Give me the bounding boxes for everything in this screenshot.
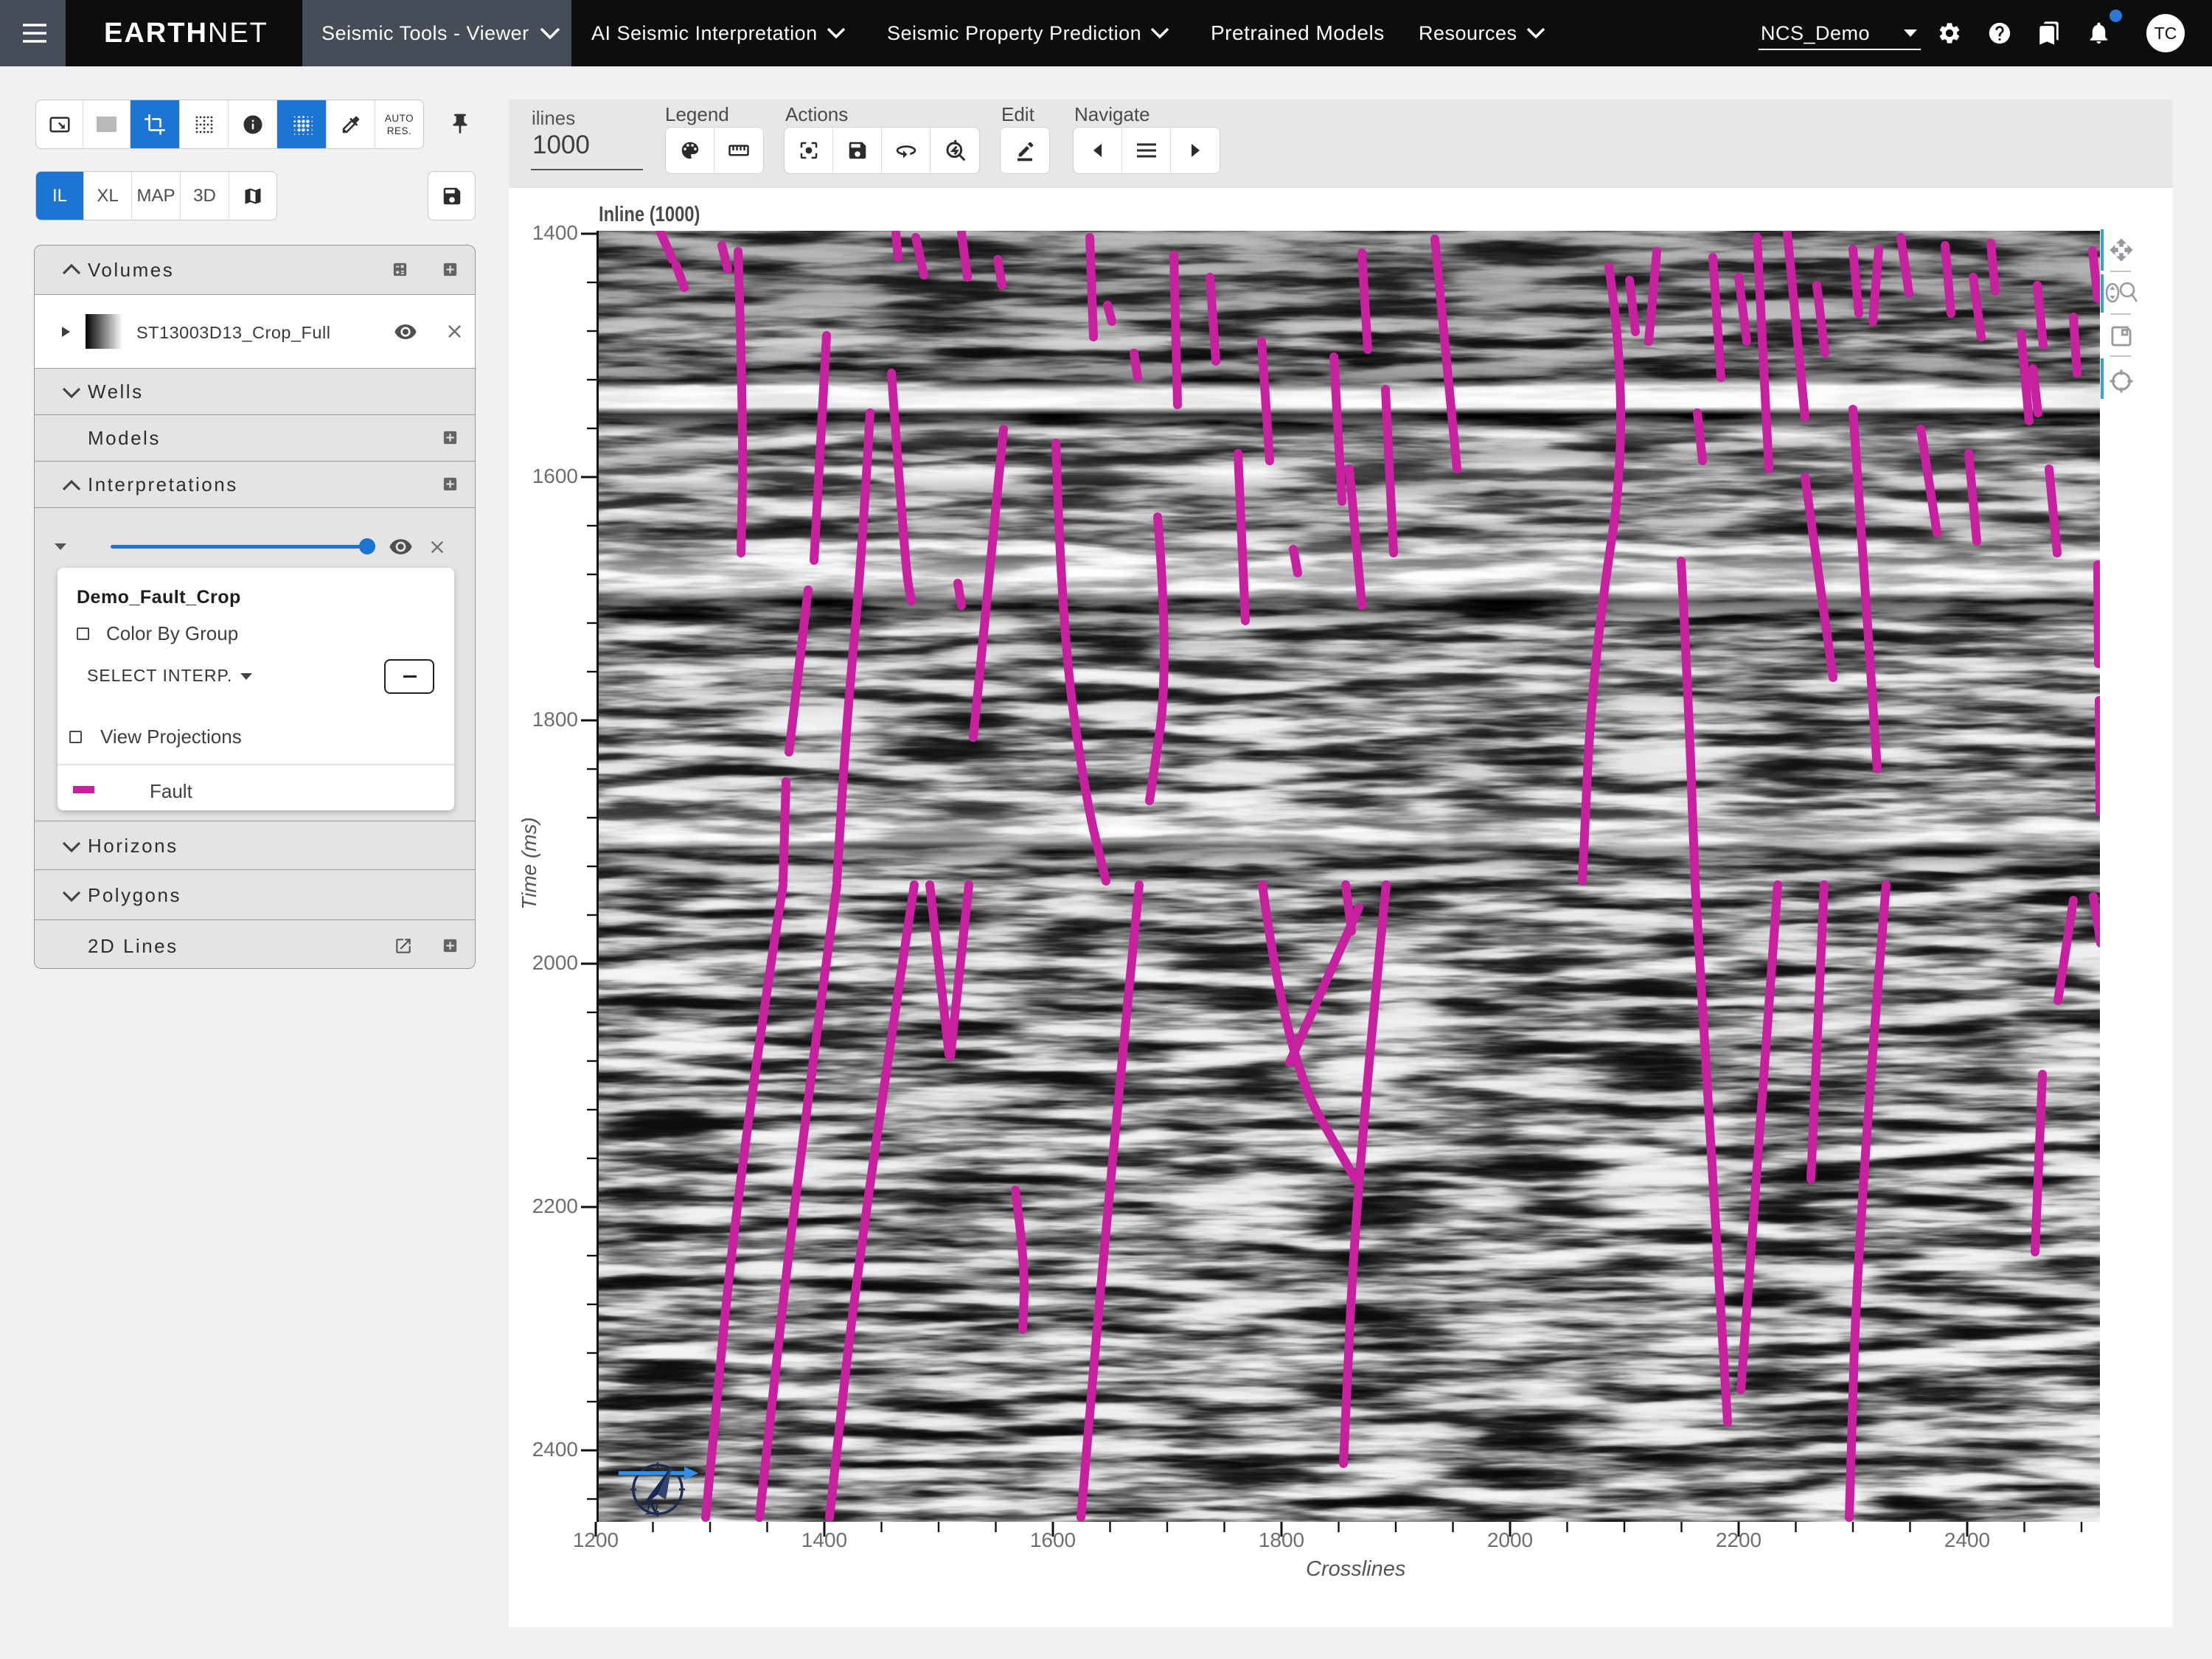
svg-text:N: N: [644, 1497, 661, 1519]
